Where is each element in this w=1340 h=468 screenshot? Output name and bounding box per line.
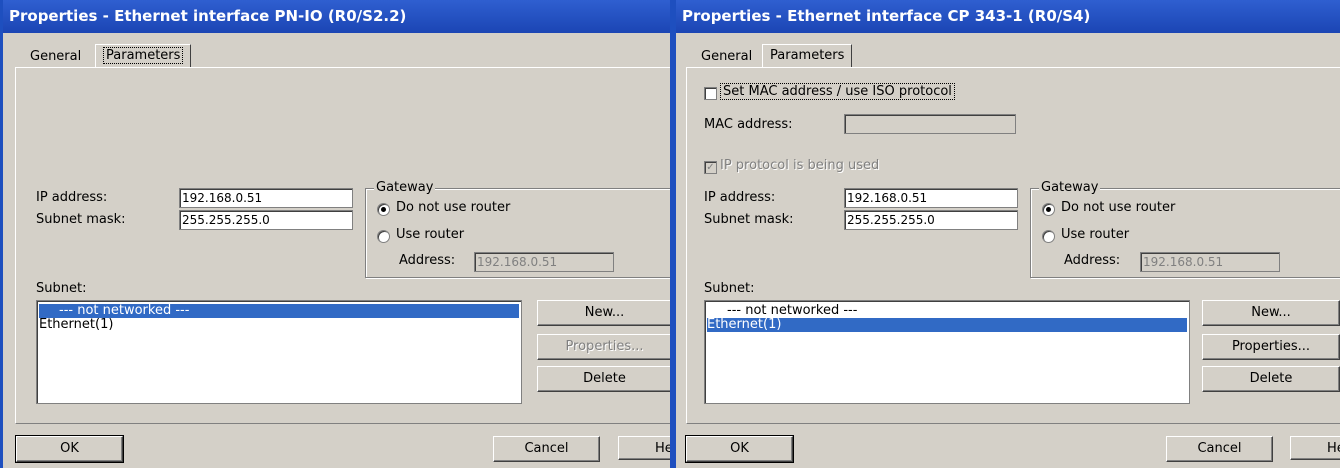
mac-address-input (844, 114, 1016, 134)
subnet-item-ethernet-1[interactable]: Ethernet(1) (707, 318, 1187, 332)
use-router-radio[interactable] (377, 230, 390, 243)
subnet-item-not-networked[interactable]: --- not networked --- (707, 304, 857, 318)
tab-general[interactable]: General (23, 46, 88, 68)
no-router-radio[interactable] (377, 203, 390, 216)
gateway-address-label: Address: (399, 253, 456, 268)
ip-protocol-checkbox: ✓ (704, 161, 717, 174)
use-router-radio[interactable] (1042, 230, 1055, 243)
use-router-label[interactable]: Use router (396, 227, 464, 242)
new-subnet-button[interactable]: New... (1202, 300, 1340, 326)
mac-address-label: MAC address: (704, 117, 793, 132)
subnet-listbox[interactable]: --- not networked --- Ethernet(1) (36, 300, 522, 404)
gateway-group-title: Gateway (374, 180, 436, 195)
tab-parameters[interactable]: Parameters (95, 44, 192, 67)
ip-address-label: IP address: (704, 190, 776, 205)
help-button[interactable]: Help (1290, 436, 1340, 460)
delete-button[interactable]: Delete (537, 366, 672, 392)
subnet-item-not-networked[interactable]: --- not networked --- (39, 304, 519, 318)
mac-iso-label[interactable]: Set MAC address / use ISO protocol (720, 83, 955, 100)
ip-address-input[interactable]: 192.168.0.51 (179, 188, 353, 208)
cancel-button[interactable]: Cancel (493, 436, 600, 462)
subnet-mask-input[interactable]: 255.255.255.0 (844, 210, 1018, 230)
no-router-radio[interactable] (1042, 203, 1055, 216)
properties-button: Properties... (537, 334, 672, 360)
dialog-title-bar[interactable]: Properties - Ethernet interface CP 343-1… (676, 0, 1340, 33)
properties-dialog-cp-343-1: Properties - Ethernet interface CP 343-1… (673, 0, 1340, 468)
cancel-button[interactable]: Cancel (1166, 436, 1273, 462)
use-router-label[interactable]: Use router (1061, 227, 1129, 242)
gateway-address-label: Address: (1064, 253, 1121, 268)
no-router-label[interactable]: Do not use router (396, 200, 510, 215)
subnet-mask-input[interactable]: 255.255.255.0 (179, 210, 353, 230)
help-button[interactable]: Help (618, 436, 673, 460)
subnet-listbox[interactable]: --- not networked --- Ethernet(1) (704, 300, 1190, 404)
delete-button[interactable]: Delete (1202, 366, 1340, 392)
dialog-title-bar[interactable]: Properties - Ethernet interface PN-IO (R… (3, 0, 673, 33)
subnet-item-ethernet-1[interactable]: Ethernet(1) (39, 318, 113, 332)
gateway-address-input: 192.168.0.51 (474, 252, 614, 272)
properties-dialog-pn-io: Properties - Ethernet interface PN-IO (R… (0, 0, 673, 468)
subnet-mask-label: Subnet mask: (704, 212, 794, 227)
tab-parameters-label: Parameters (103, 47, 184, 64)
mac-iso-checkbox[interactable] (704, 87, 717, 100)
ip-address-input[interactable]: 192.168.0.51 (844, 188, 1018, 208)
ok-button[interactable]: OK (685, 435, 794, 463)
tab-general[interactable]: General (694, 46, 759, 68)
ip-address-label: IP address: (36, 190, 108, 205)
ok-button[interactable]: OK (15, 435, 124, 463)
subnet-list-label: Subnet: (704, 281, 755, 296)
tab-parameters[interactable]: Parameters (762, 44, 853, 67)
gateway-group-title: Gateway (1039, 180, 1101, 195)
properties-button[interactable]: Properties... (1202, 334, 1340, 360)
subnet-list-label: Subnet: (36, 281, 87, 296)
gateway-address-input: 192.168.0.51 (1140, 252, 1280, 272)
no-router-label[interactable]: Do not use router (1061, 200, 1175, 215)
new-subnet-button[interactable]: New... (537, 300, 672, 326)
ip-protocol-label: IP protocol is being used (720, 158, 880, 173)
subnet-mask-label: Subnet mask: (36, 212, 126, 227)
